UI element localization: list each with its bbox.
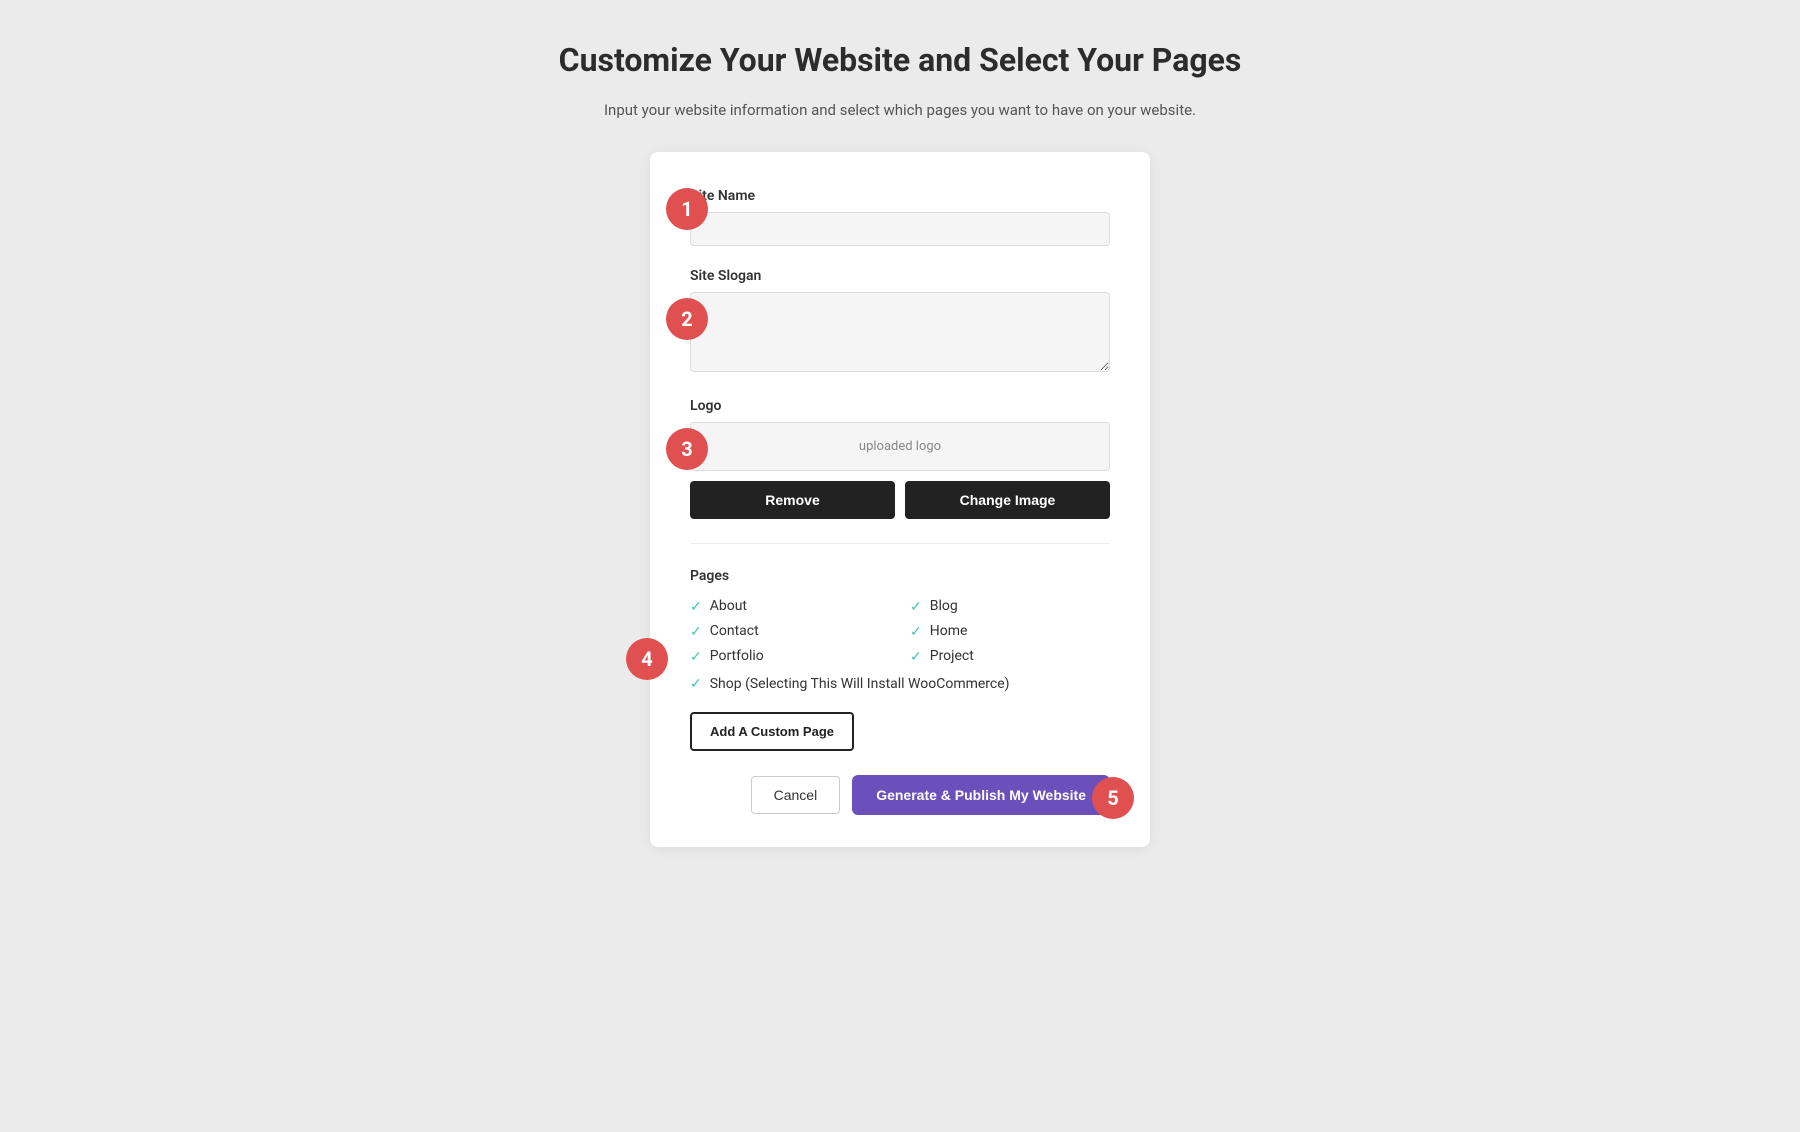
list-item: ✓ Home: [910, 623, 1110, 640]
check-icon: ✓: [690, 599, 702, 615]
logo-field-group: 3 Logo uploaded logo Remove Change Image: [690, 398, 1110, 519]
shop-item-label: Shop (Selecting This Will Install WooCom…: [710, 675, 1010, 695]
list-item: ✓ Contact: [690, 623, 890, 640]
list-item: ✓ About: [690, 598, 890, 615]
step-badge-3: 3: [666, 428, 708, 470]
logo-label: Logo: [690, 398, 1110, 414]
page-project-label: Project: [930, 648, 974, 664]
step-badge-4: 4: [626, 638, 668, 680]
check-icon: ✓: [690, 676, 702, 692]
page-title: Customize Your Website and Select Your P…: [559, 40, 1242, 82]
remove-button[interactable]: Remove: [690, 481, 895, 519]
logo-preview: uploaded logo: [690, 422, 1110, 471]
shop-item: ✓ Shop (Selecting This Will Install WooC…: [690, 675, 1110, 695]
site-name-field-group: 1 Site Name: [690, 188, 1110, 246]
check-icon: ✓: [690, 649, 702, 665]
page-contact-label: Contact: [710, 623, 759, 639]
site-slogan-label: Site Slogan: [690, 268, 1110, 284]
site-slogan-input[interactable]: [690, 292, 1110, 372]
logo-preview-text: uploaded logo: [859, 439, 941, 454]
check-icon: ✓: [910, 599, 922, 615]
divider: [690, 543, 1110, 544]
page-home-label: Home: [930, 623, 968, 639]
page-header: Customize Your Website and Select Your P…: [559, 40, 1242, 122]
page-subtitle: Input your website information and selec…: [559, 98, 1242, 122]
change-image-button[interactable]: Change Image: [905, 481, 1110, 519]
check-icon: ✓: [910, 624, 922, 640]
list-item: ✓ Blog: [910, 598, 1110, 615]
cancel-button[interactable]: Cancel: [751, 776, 841, 814]
site-slogan-field-group: 2 Site Slogan: [690, 268, 1110, 376]
page-about-label: About: [710, 598, 747, 614]
page-blog-label: Blog: [930, 598, 958, 614]
check-icon: ✓: [910, 649, 922, 665]
site-name-input[interactable]: [690, 212, 1110, 246]
step-badge-1: 1: [666, 188, 708, 230]
site-name-label: Site Name: [690, 188, 1110, 204]
card-footer: Cancel Generate & Publish My Website 5: [690, 775, 1110, 815]
add-custom-page-button[interactable]: Add A Custom Page: [690, 712, 854, 751]
page-portfolio-label: Portfolio: [710, 648, 764, 664]
main-card: 1 Site Name 2 Site Slogan 3 Logo uploade…: [650, 152, 1150, 848]
list-item: ✓ Project: [910, 648, 1110, 665]
logo-buttons: Remove Change Image: [690, 481, 1110, 519]
pages-grid: ✓ About ✓ Blog ✓ Contact ✓ Home ✓ Portfo…: [690, 598, 1110, 665]
list-item: ✓ Portfolio: [690, 648, 890, 665]
step-badge-5: 5: [1092, 777, 1134, 819]
pages-label: Pages: [690, 568, 1110, 584]
pages-section: 4 Pages ✓ About ✓ Blog ✓ Contact ✓ Home …: [690, 568, 1110, 752]
check-icon: ✓: [690, 624, 702, 640]
step-badge-2: 2: [666, 298, 708, 340]
publish-button[interactable]: Generate & Publish My Website: [852, 775, 1110, 815]
